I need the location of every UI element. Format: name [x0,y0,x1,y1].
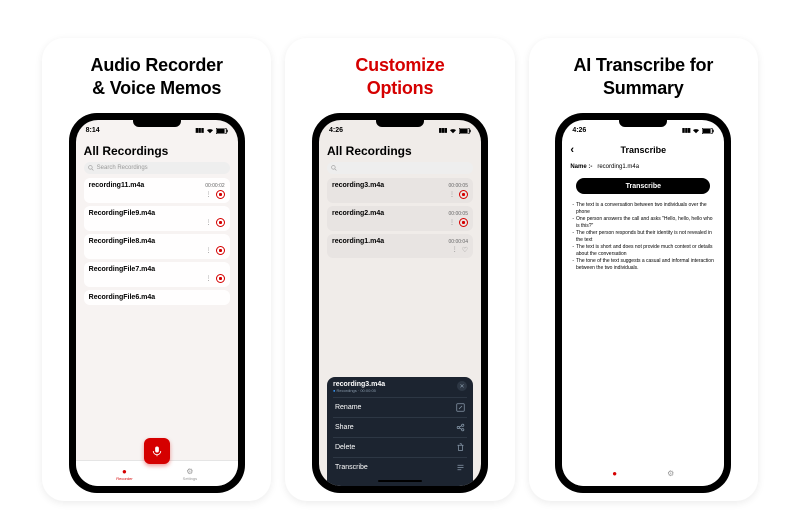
wifi-icon [206,128,214,134]
action-sheet: recording3.m4a ● Recordings · 00:00:05 ✕… [327,377,473,486]
panel-title: AI Transcribe for Summary [573,54,713,99]
sheet-delete[interactable]: Delete [333,437,467,457]
status-time: 4:26 [572,127,586,134]
file-name-row: Name :- recording1.m4a [570,164,716,170]
gear-icon: ⚙ [667,469,674,478]
tab-settings[interactable]: ⚙ [667,469,674,478]
battery-icon [702,128,714,134]
tab-settings[interactable]: ⚙ Settings [183,467,197,481]
more-icon[interactable]: ⋮ [206,220,212,226]
status-time: 4:26 [329,127,343,134]
stop-icon[interactable] [459,218,468,227]
recordings-list: recording3.m4a00:00:05 ⋮ recording2.m4a0… [327,178,473,377]
recording-duration: 00:00:02 [205,183,224,189]
phone-frame: 8:14 ▮▮▮ All Recordings Se [69,113,245,493]
recording-item[interactable]: RecordingFile7.m4a ⋮ [84,262,230,287]
transcribe-button[interactable]: Transcribe [576,178,710,194]
panel-customize: Customize Options 4:26 ▮▮▮ All Recording… [285,38,514,501]
stop-icon[interactable] [216,218,225,227]
tab-recorder[interactable]: ● Recorder [116,467,132,481]
recording-item[interactable]: recording11.m4a 00:00:02 ⋮ [84,178,230,203]
recording-item[interactable]: recording2.m4a00:00:05 ⋮ [327,206,473,231]
stop-icon[interactable] [216,246,225,255]
more-icon[interactable]: ⋮ [206,192,212,198]
search-input[interactable]: Search Recordings [84,162,230,174]
mic-icon: ● [122,467,127,476]
search-icon [88,165,94,171]
panel-title: Customize Options [355,54,444,99]
sheet-transcribe[interactable]: Transcribe [333,457,467,477]
recording-item[interactable]: RecordingFile9.m4a ⋮ [84,206,230,231]
trash-icon [456,443,465,452]
recording-item[interactable]: recording1.m4a00:00:04 ⋮♡ [327,234,473,258]
more-icon[interactable]: ⋮ [449,220,455,226]
recording-item[interactable]: RecordingFile6.m4a [84,290,230,305]
page-heading: All Recordings [327,144,473,158]
wifi-icon [692,128,700,134]
stop-icon[interactable] [216,190,225,199]
search-input[interactable] [327,162,473,174]
page-heading: All Recordings [84,144,230,158]
sheet-share[interactable]: Share [333,417,467,437]
summary-text: The text is a conversation between two i… [570,202,716,272]
signal-icon: ▮▮▮ [439,127,447,134]
sheet-subtitle: ● Recordings · 00:00:05 [333,388,385,393]
signal-icon: ▮▮▮ [195,127,203,134]
notch [376,115,424,127]
phone-frame: 4:26 ▮▮▮ All Recordings recording3.m4a00… [312,113,488,493]
more-icon[interactable]: ⋮ [452,247,458,253]
search-icon [331,165,337,171]
lines-icon [456,463,465,472]
stop-icon[interactable] [216,274,225,283]
signal-icon: ▮▮▮ [682,127,690,134]
status-icons: ▮▮▮ [439,127,471,134]
more-icon[interactable]: ⋮ [206,248,212,254]
panel-transcribe: AI Transcribe for Summary 4:26 ▮▮▮ ‹ Tra… [529,38,758,501]
sheet-title: recording3.m4a [333,381,385,388]
back-button[interactable]: ‹ [570,144,574,156]
status-icons: ▮▮▮ [682,127,714,134]
search-placeholder: Search Recordings [97,165,148,171]
panel-audio-recorder: Audio Recorder & Voice Memos 8:14 ▮▮▮ Al… [42,38,271,501]
notch [133,115,181,127]
tab-recorder[interactable]: ● [612,469,617,478]
recordings-list: recording11.m4a 00:00:02 ⋮ [84,178,230,460]
status-icons: ▮▮▮ [195,127,227,134]
more-icon[interactable]: ⋮ [449,192,455,198]
record-button[interactable] [144,438,170,464]
gear-icon: ⚙ [186,467,193,476]
stop-icon[interactable] [459,190,468,199]
close-icon[interactable]: ✕ [457,381,467,391]
notch [619,115,667,127]
more-icon[interactable]: ⋮ [206,276,212,282]
battery-icon [459,128,471,134]
status-time: 8:14 [86,127,100,134]
heart-icon[interactable]: ♡ [462,246,468,254]
phone-frame: 4:26 ▮▮▮ ‹ Transcribe Name :- recording1… [555,113,731,493]
panel-title: Audio Recorder & Voice Memos [91,54,223,99]
recording-item[interactable]: RecordingFile8.m4a ⋮ [84,234,230,259]
recording-item[interactable]: recording3.m4a00:00:05 ⋮ [327,178,473,203]
edit-icon [456,403,465,412]
mic-icon: ● [612,469,617,478]
sheet-rename[interactable]: Rename [333,397,467,417]
page-title: Transcribe [621,145,667,155]
share-icon [456,423,465,432]
recording-name: recording11.m4a [89,182,145,189]
wifi-icon [449,128,457,134]
battery-icon [216,128,228,134]
